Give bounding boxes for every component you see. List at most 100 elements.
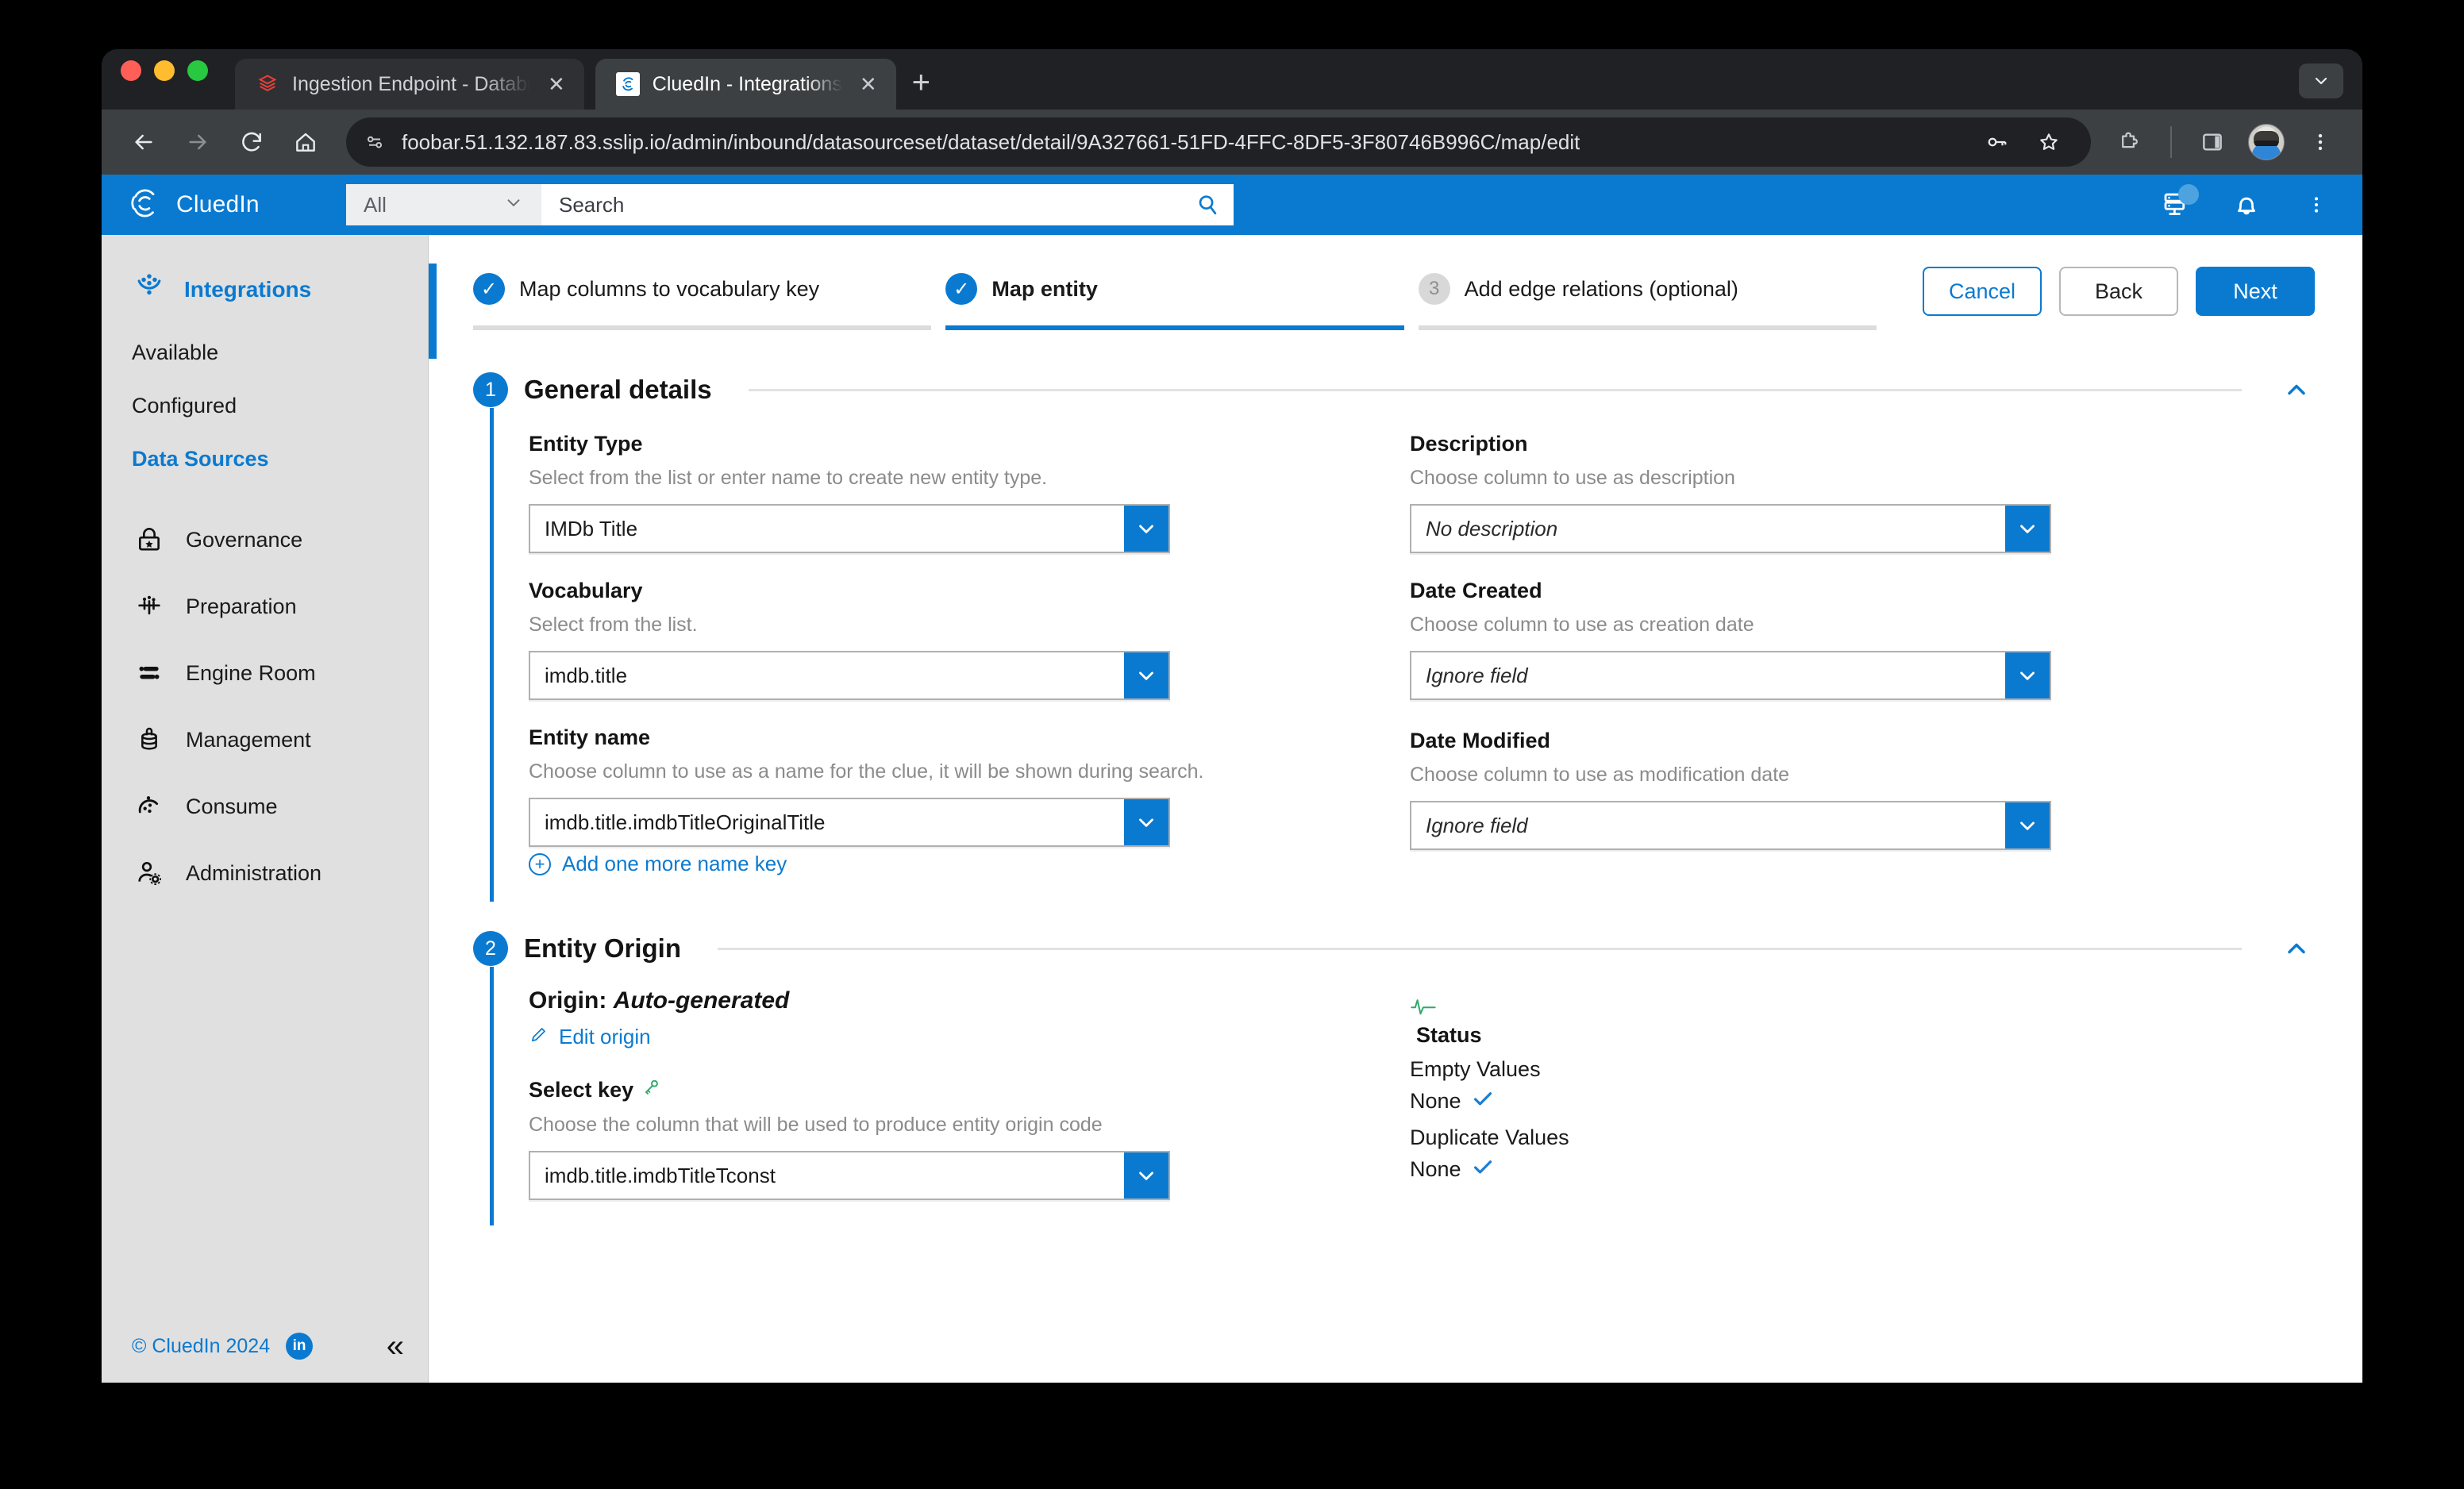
linkedin-icon[interactable]: in [286,1333,314,1360]
toolbar-divider [2170,126,2172,158]
sidebar-item-label: Engine Room [186,660,316,685]
next-button[interactable]: Next [2196,267,2315,316]
select-key-select[interactable]: imdb.title.imdbTitleTconst [529,1151,1170,1200]
browser-menu-icon[interactable] [2296,117,2345,167]
close-tab-button[interactable]: ✕ [543,71,570,98]
chevron-down-icon[interactable] [1124,1152,1168,1199]
status-title: Status [1416,1023,1482,1047]
back-icon[interactable] [119,117,168,167]
wizard-step-add-edge-relations[interactable]: 3 Add edge relations (optional) [1418,273,1877,330]
tab-title: Ingestion Endpoint - Databricks [292,72,530,95]
date-modified-select[interactable]: Ignore field [1410,801,2051,850]
entity-name-select[interactable]: imdb.title.imdbTitleOriginalTitle [529,798,1170,847]
chevron-down-icon[interactable] [2005,802,2050,848]
password-key-icon[interactable] [1972,117,2021,167]
sidebar-item-engine-room[interactable]: Engine Room [102,640,428,706]
collapse-sidebar-button[interactable]: « [387,1330,404,1362]
overflow-menu-icon[interactable] [2297,186,2335,224]
search-icon[interactable] [1181,184,1234,225]
chevron-down-icon[interactable] [2005,652,2050,698]
wizard-stepper: ✓ Map columns to vocabulary key ✓ Map en… [429,235,2362,337]
status-value-text: None [1410,1157,1461,1181]
cancel-button[interactable]: Cancel [1923,267,2042,316]
sidebar-item-consume[interactable]: Consume [102,773,428,840]
section-number: 2 [473,931,508,966]
app-body: Integrations Available Configured Data S… [102,235,2362,1383]
close-window-button[interactable] [121,60,141,81]
reload-icon[interactable] [227,117,276,167]
sidebar-item-management[interactable]: Management [102,706,428,773]
status-label-empty-values: Empty Values [1410,1057,1541,1081]
status-value-duplicate-values: None [1410,1155,2291,1184]
chevron-down-icon[interactable] [1124,652,1168,698]
server-status-icon[interactable] [2158,184,2199,224]
wizard-step-map-entity[interactable]: ✓ Map entity [945,273,1404,330]
sidebar-item-label: Configured [132,394,237,417]
wizard-step-map-columns[interactable]: ✓ Map columns to vocabulary key [473,273,932,330]
sidebar-item-data-sources[interactable]: Data Sources [102,433,428,486]
chevron-down-icon[interactable] [2005,506,2050,552]
chevron-down-icon[interactable] [1124,799,1168,845]
vocabulary-select[interactable]: imdb.title [529,651,1170,700]
key-icon [641,1077,662,1103]
chevron-down-icon [503,192,524,218]
global-search[interactable]: All [346,184,1234,225]
add-one-more-name-key-button[interactable]: + Add one more name key [529,852,1410,876]
minimize-window-button[interactable] [154,60,175,81]
date-created-select[interactable]: Ignore field [1410,651,2051,700]
side-panel-icon[interactable] [2188,117,2237,167]
new-tab-button[interactable]: + [912,67,930,110]
sidebar-item-configured[interactable]: Configured [102,379,428,433]
sidebar-item-preparation[interactable]: Preparation [102,573,428,640]
tab-title: CluedIn - Integrations [652,72,842,95]
field-label: Date Created [1410,579,1542,602]
field-select-key: Select key Choose the column that will b… [529,1077,1410,1200]
chevron-down-icon[interactable] [2299,63,2343,98]
brand[interactable]: CluedIn [125,185,338,225]
sidebar-item-label: Data Sources [132,447,269,471]
back-button[interactable]: Back [2059,267,2178,316]
browser-tabstrip: Ingestion Endpoint - Databricks ✕ CluedI… [102,49,2362,110]
select-value: Ignore field [1426,813,1528,837]
forward-icon[interactable] [173,117,222,167]
address-bar[interactable]: foobar.51.132.187.83.sslip.io/admin/inbo… [346,117,2091,167]
search-scope-select[interactable]: All [346,184,541,225]
main-content: ✓ Map columns to vocabulary key ✓ Map en… [429,235,2362,1383]
sidebar-item-label: Preparation [186,594,297,618]
select-value: imdb.title.imdbTitleOriginalTitle [545,810,826,834]
close-tab-button[interactable]: ✕ [855,71,882,98]
maximize-window-button[interactable] [187,60,208,81]
add-name-key-label: Add one more name key [562,852,787,875]
step-label: Map columns to vocabulary key [519,276,820,301]
search-input[interactable] [541,184,1181,225]
notifications-bell-icon[interactable] [2227,186,2266,224]
chevron-down-icon[interactable] [1124,506,1168,552]
sidebar-item-available[interactable]: Available [102,326,428,379]
profile-avatar[interactable] [2242,117,2291,167]
field-label: Description [1410,432,1528,456]
field-entity-name: Entity name Choose column to use as a na… [529,725,1410,876]
entity-type-select[interactable]: IMDb Title [529,504,1170,553]
step-badge: 3 [1418,273,1450,305]
section-header: 2 Entity Origin [473,902,2315,967]
sidebar-item-administration[interactable]: Administration [102,840,428,906]
browser-tab-2[interactable]: CluedIn - Integrations ✕ [595,59,896,110]
status-value-empty-values: None [1410,1087,2291,1116]
chevron-up-icon[interactable] [2278,930,2315,967]
chevron-up-icon[interactable] [2278,371,2315,408]
home-icon[interactable] [281,117,330,167]
origin-prefix: Origin: [529,987,607,1014]
engine-room-icon [132,656,167,691]
step-badge: ✓ [945,273,978,305]
browser-tab-1[interactable]: Ingestion Endpoint - Databricks ✕ [235,59,584,110]
site-info-icon[interactable] [364,131,386,153]
sidebar-section-integrations[interactable]: Integrations [102,252,428,326]
description-select[interactable]: No description [1410,504,2051,553]
sidebar-item-governance[interactable]: Governance [102,506,428,573]
extensions-icon[interactable] [2105,117,2154,167]
header-actions [2158,184,2362,224]
edit-origin-button[interactable]: Edit origin [529,1024,1410,1050]
entity-origin-status-column: Status Empty Values None Duplicate Value… [1410,987,2291,1225]
bookmark-star-icon[interactable] [2024,117,2073,167]
sidebar-item-label: Governance [186,527,303,552]
